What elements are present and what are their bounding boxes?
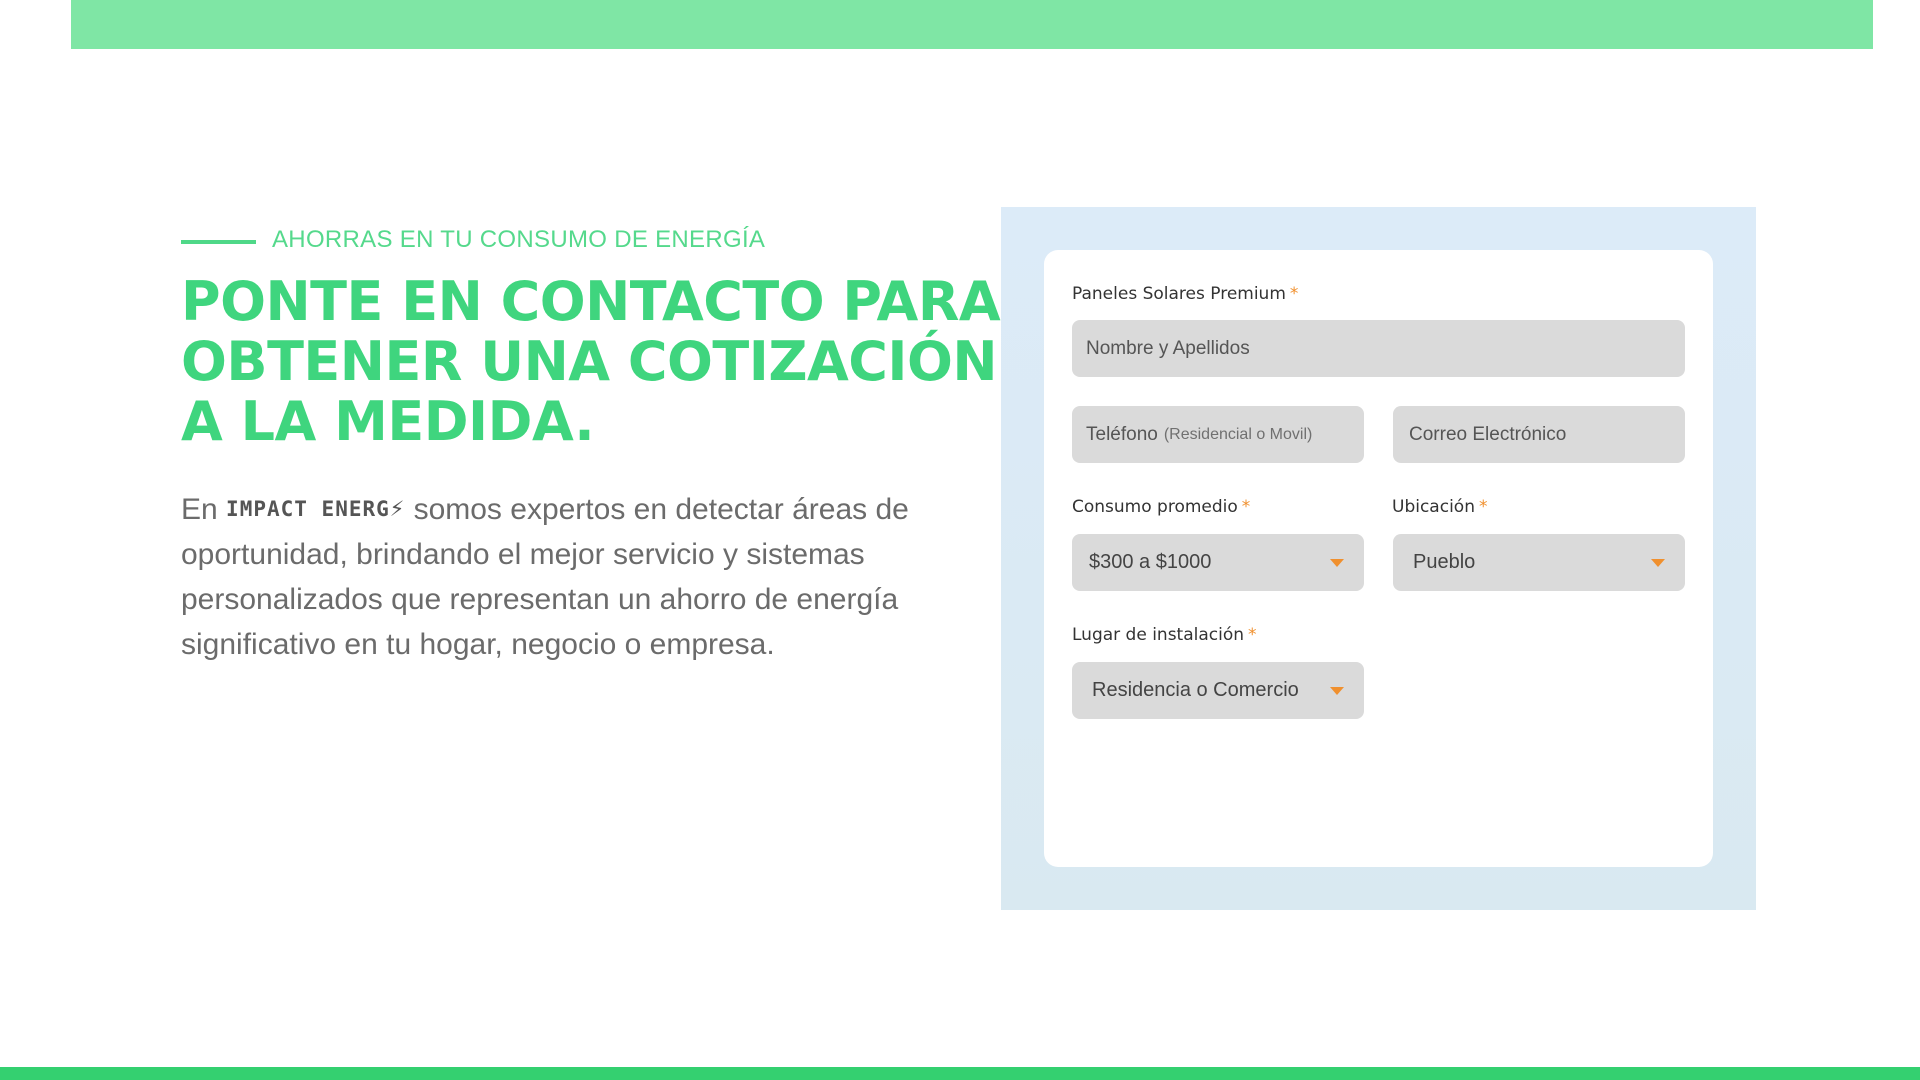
location-label: Ubicación * <box>1392 497 1487 517</box>
chevron-down-icon <box>1330 558 1344 567</box>
page-title: PONTE EN CONTACTO PARA OBTENER UNA COTIZ… <box>181 270 1001 453</box>
intro-paragraph: En IMPACT ENERG⚡︎ somos expertos en dete… <box>181 486 941 667</box>
quote-form: Paneles Solares Premium * Nombre y Apelli… <box>1044 250 1713 867</box>
chevron-down-icon <box>1330 686 1344 695</box>
bolt-icon: ⚡︎ <box>389 494 406 522</box>
page-title-line-3: A LA MEDIDA. <box>181 390 595 453</box>
email-input[interactable]: Correo Electrónico <box>1393 406 1685 463</box>
intro-section: AHORRAS EN TU CONSUMO DE ENERGÍA PONTE E… <box>181 224 1001 697</box>
required-mark: * <box>1241 497 1251 517</box>
consumption-label: Consumo promedio * <box>1072 497 1250 517</box>
quote-form-frame: Paneles Solares Premium * Nombre y Apelli… <box>1001 207 1756 910</box>
product-label: Paneles Solares Premium * <box>1072 284 1298 304</box>
intro-prefix: En <box>181 493 218 526</box>
product-label-text: Paneles Solares Premium <box>1072 284 1286 304</box>
install-select[interactable]: Residencia o Comercio <box>1072 662 1364 719</box>
chevron-down-icon <box>1651 558 1665 567</box>
phone-input[interactable]: Teléfono (Residencial o Movil) <box>1072 406 1364 463</box>
bottom-accent-bar <box>0 1067 1920 1080</box>
name-placeholder: Nombre y Apellidos <box>1086 337 1250 359</box>
consumption-value: $300 a $1000 <box>1089 551 1212 573</box>
location-label-text: Ubicación <box>1392 497 1475 517</box>
install-label-text: Lugar de instalación <box>1072 625 1245 645</box>
location-select[interactable]: Pueblo <box>1393 534 1685 591</box>
consumption-select[interactable]: $300 a $1000 <box>1072 534 1364 591</box>
install-value: Residencia o Comercio <box>1092 679 1299 701</box>
name-input[interactable]: Nombre y Apellidos <box>1072 320 1685 377</box>
page-title-line-2: OBTENER UNA COTIZACIÓN <box>181 330 998 393</box>
page-title-line-1: PONTE EN CONTACTO PARA <box>181 270 1001 333</box>
required-mark: * <box>1289 284 1299 304</box>
phone-hint: (Residencial o Movil) <box>1163 425 1313 443</box>
eyebrow: AHORRAS EN TU CONSUMO DE ENERGÍA <box>181 224 941 256</box>
brand-name: IMPACT ENERG <box>226 497 390 521</box>
required-mark: * <box>1248 625 1257 645</box>
brand-logo: IMPACT ENERG⚡︎ <box>226 494 406 522</box>
top-accent-bar <box>71 0 1873 49</box>
install-label: Lugar de instalación * <box>1072 625 1257 645</box>
eyebrow-text: AHORRAS EN TU CONSUMO DE ENERGÍA <box>272 226 766 253</box>
phone-placeholder: Teléfono <box>1086 423 1158 445</box>
email-placeholder: Correo Electrónico <box>1409 423 1567 445</box>
location-value: Pueblo <box>1413 551 1476 573</box>
consumption-label-text: Consumo promedio <box>1072 497 1238 517</box>
eyebrow-divider <box>181 240 256 244</box>
required-mark: * <box>1478 497 1488 517</box>
